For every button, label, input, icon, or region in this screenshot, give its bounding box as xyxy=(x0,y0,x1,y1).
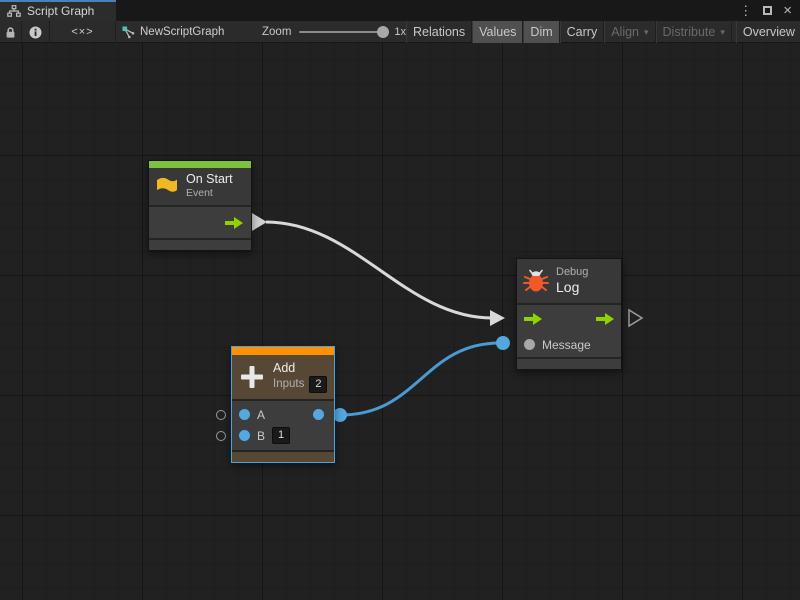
tab-script-graph[interactable]: Script Graph xyxy=(0,0,116,21)
zoom-label: Zoom xyxy=(262,26,291,38)
node-on-start[interactable]: On Start Event xyxy=(148,160,252,251)
wire-layer xyxy=(0,43,800,600)
trigger-input-port[interactable] xyxy=(524,313,542,325)
align-dropdown: Align ▾ xyxy=(604,21,655,43)
chevron-down-icon: ▾ xyxy=(644,27,649,38)
node-title: Log xyxy=(556,279,588,297)
node-subtitle: Event xyxy=(186,187,233,201)
info-button[interactable] xyxy=(22,21,50,43)
node-port-section xyxy=(149,207,251,238)
node-footer xyxy=(232,452,334,462)
data-wire-start-dot xyxy=(333,408,347,422)
event-accent-bar xyxy=(149,161,251,168)
tab-active-accent xyxy=(0,0,116,2)
node-title: On Start xyxy=(186,172,233,188)
chevron-down-icon: ▾ xyxy=(720,27,725,38)
plus-icon xyxy=(238,363,266,391)
tab-strip: Script Graph ⋮ × xyxy=(0,0,800,21)
input-port-a[interactable] xyxy=(239,409,250,420)
port-row-b: B 1 xyxy=(232,425,334,446)
inputs-label: Inputs xyxy=(273,377,304,392)
flag-icon xyxy=(155,177,179,197)
trigger-wire[interactable] xyxy=(266,222,492,318)
code-icon: <×> xyxy=(71,26,93,38)
math-accent-bar xyxy=(232,347,334,355)
trigger-output-port[interactable] xyxy=(225,217,243,229)
relations-button[interactable]: Relations xyxy=(406,21,472,43)
code-preview-button[interactable]: <×> xyxy=(50,21,116,43)
tab-title: Script Graph xyxy=(27,4,94,18)
message-port-row: Message xyxy=(517,332,621,357)
close-icon[interactable]: × xyxy=(783,3,792,18)
inputs-count-field[interactable]: 2 xyxy=(309,376,327,393)
info-icon xyxy=(29,26,42,39)
toolbar-mode-buttons: Relations Values Dim Carry Align ▾ Distr… xyxy=(406,21,800,43)
node-title: Add xyxy=(273,361,327,377)
bug-icon xyxy=(523,268,549,294)
lock-button[interactable] xyxy=(0,21,22,43)
zoom-slider[interactable] xyxy=(299,31,385,33)
graph-breadcrumb[interactable]: NewScriptGraph xyxy=(122,21,224,43)
zoom-slider-handle[interactable] xyxy=(377,26,389,38)
lock-icon xyxy=(5,26,16,39)
toolbar-left-group: <×> xyxy=(0,21,116,43)
data-wire[interactable] xyxy=(341,343,500,415)
graph-canvas[interactable]: On Start Event xyxy=(0,43,800,600)
node-header: Debug Log xyxy=(517,259,621,303)
carry-button[interactable]: Carry xyxy=(560,21,605,43)
message-input-port[interactable] xyxy=(524,339,535,350)
node-header: Add Inputs 2 xyxy=(232,355,334,399)
dim-button[interactable]: Dim xyxy=(523,21,559,43)
port-label: B xyxy=(257,429,265,443)
trigger-port-row xyxy=(517,305,621,332)
node-header: On Start Event xyxy=(149,168,251,205)
sum-output-port[interactable] xyxy=(313,409,324,420)
graph-name-label: NewScriptGraph xyxy=(140,26,224,38)
wire-end-arrow xyxy=(490,310,505,326)
node-footer xyxy=(517,359,621,369)
unconnected-input-indicator-b xyxy=(216,431,226,441)
window-controls: ⋮ × xyxy=(739,0,792,21)
script-graph-asset-icon xyxy=(122,26,135,39)
zoom-control: Zoom 1x xyxy=(262,21,406,43)
distribute-dropdown: Distribute ▾ xyxy=(656,21,732,43)
unconnected-input-indicator-a xyxy=(216,410,226,420)
wire-start-arrow xyxy=(252,213,267,231)
menu-icon[interactable]: ⋮ xyxy=(739,4,752,17)
graph-hierarchy-icon xyxy=(7,5,21,17)
port-row-a: A xyxy=(232,404,334,425)
data-wire-end-dot xyxy=(496,336,510,350)
input-port-b[interactable] xyxy=(239,430,250,441)
node-footer xyxy=(149,240,251,250)
node-debug-log[interactable]: Debug Log Message xyxy=(516,258,622,370)
node-port-section: A B 1 xyxy=(232,401,334,450)
values-button[interactable]: Values xyxy=(472,21,523,43)
zoom-value: 1x xyxy=(394,26,406,38)
script-graph-window: Script Graph ⋮ × xyxy=(0,0,800,600)
port-label: Message xyxy=(542,338,591,352)
graph-toolbar: <×> NewScriptGraph Zoom 1x Relations Val… xyxy=(0,21,800,43)
port-b-value-field[interactable]: 1 xyxy=(272,427,290,444)
port-label: A xyxy=(257,408,265,422)
unconnected-output-indicator xyxy=(629,310,642,326)
node-add[interactable]: Add Inputs 2 A B 1 xyxy=(231,346,335,463)
maximize-icon[interactable] xyxy=(763,6,772,15)
trigger-output-port[interactable] xyxy=(596,313,614,325)
overview-button[interactable]: Overview xyxy=(736,21,800,43)
node-surtitle: Debug xyxy=(556,265,588,279)
